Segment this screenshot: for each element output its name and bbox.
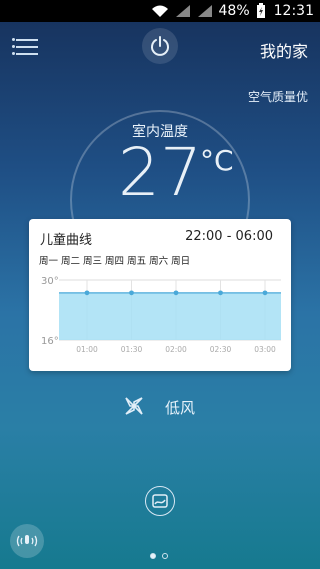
x-tick-label: 01:00 (76, 345, 98, 354)
data-point (218, 290, 223, 296)
x-tick-label: 02:00 (165, 345, 187, 354)
battery-percent: 48% (218, 3, 250, 19)
page-dot-active[interactable] (150, 553, 156, 559)
mode-icon (152, 494, 168, 508)
fan-speed-label: 低风 (165, 399, 196, 417)
voice-button[interactable] (10, 524, 44, 558)
menu-line (12, 38, 38, 41)
page-indicator (150, 553, 168, 559)
page-dot[interactable] (162, 553, 168, 559)
top-bar: 我的家 (0, 22, 320, 76)
wifi-icon (151, 4, 169, 18)
power-button[interactable] (142, 28, 178, 64)
clock: 12:31 (273, 3, 314, 19)
power-icon (151, 36, 169, 56)
x-tick-label: 03:00 (254, 345, 276, 354)
air-quality-label: 空气质量优 (247, 90, 308, 104)
menu-line (12, 45, 38, 48)
status-bar: 48% 12:31 (0, 0, 320, 22)
series-area (59, 292, 281, 340)
schedule-title: 儿童曲线 (40, 233, 93, 248)
x-tick-label: 01:30 (121, 345, 143, 354)
microphone-icon (16, 535, 38, 547)
x-tick-label: 02:30 (210, 345, 232, 354)
indoor-temperature: 27 (118, 134, 202, 211)
schedule-card[interactable]: 儿童曲线 22:00 - 06:00 周一 周二 周三 周四 周五 周六 周日 … (29, 219, 291, 371)
temperature-unit: °C (200, 144, 234, 177)
signal-icon (175, 4, 191, 18)
schedule-days: 周一 周二 周三 周四 周五 周六 周日 (39, 256, 191, 267)
battery-icon (256, 3, 266, 19)
data-point (262, 290, 268, 296)
menu-button[interactable] (12, 38, 38, 57)
fan-icon (125, 397, 143, 415)
data-point (173, 290, 179, 296)
menu-line (12, 52, 38, 55)
y-tick-label: 16° (41, 336, 59, 347)
y-tick-label: 30° (41, 276, 59, 287)
schedule-chart: 30° 16° 01:00 01:30 02:00 02:30 03:00 (41, 276, 281, 354)
fan-speed-row[interactable]: 低风 (0, 392, 320, 422)
mode-button[interactable] (145, 486, 175, 516)
signal-icon-2 (197, 4, 213, 18)
home-title[interactable]: 我的家 (260, 38, 308, 62)
data-point (84, 290, 90, 296)
data-point (129, 290, 134, 296)
schedule-time-range: 22:00 - 06:00 (185, 229, 273, 244)
